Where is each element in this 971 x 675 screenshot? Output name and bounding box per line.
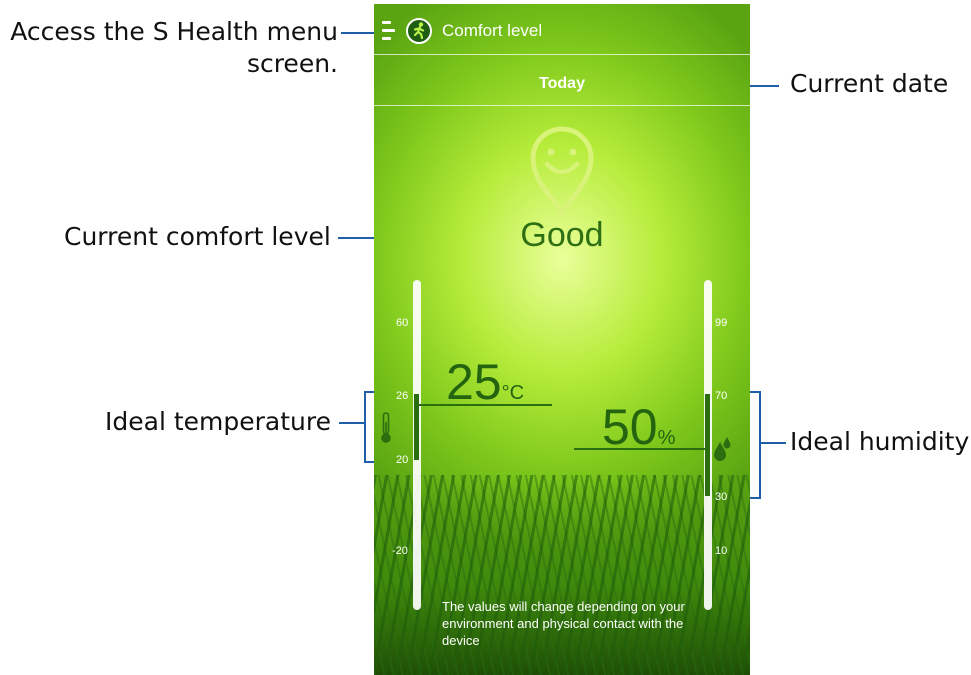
divider: [374, 105, 750, 106]
notice-text: The values will change depending on your…: [442, 599, 685, 648]
walker-icon[interactable]: [406, 18, 432, 44]
smiley-face-icon: [530, 126, 594, 216]
page-title: Comfort level: [442, 21, 543, 40]
annotation-humidity-line: [761, 442, 786, 444]
annotation-temperature: Ideal temperature: [105, 407, 331, 436]
temperature-number: 25: [446, 354, 502, 410]
date-label[interactable]: Today: [374, 75, 750, 93]
divider: [374, 54, 750, 55]
humidity-ideal-range: [705, 394, 710, 496]
annotation-humidity: Ideal humidity: [790, 427, 970, 456]
water-drop-icon: [714, 437, 731, 461]
humidity-ideal-min: 30: [715, 491, 728, 503]
temperature-scale-bottom: -20: [392, 545, 408, 557]
temperature-unit: °C: [501, 382, 525, 404]
phone-screen: Comfort level Today Good 60 26 20 -20 25…: [374, 4, 750, 675]
thermometer-icon: [381, 412, 391, 443]
annotation-temperature-line: [339, 422, 364, 424]
humidity-ideal-max: 70: [715, 390, 728, 402]
temperature-ideal-min: 20: [396, 454, 409, 466]
humidity-value: 50%: [602, 402, 675, 463]
menu-icon[interactable]: [382, 21, 396, 41]
humidity-number: 50: [602, 399, 658, 455]
humidity-scale-top: 99: [715, 317, 728, 329]
temperature-scale-top: 60: [396, 317, 409, 329]
comfort-level-label: Good: [520, 216, 604, 254]
action-bar: Comfort level: [374, 4, 750, 58]
humidity-unit: %: [657, 427, 676, 449]
temperature-ideal-max: 26: [396, 390, 409, 402]
temperature-value: 25°C: [446, 357, 524, 418]
annotation-menu: Access the S Health menu screen.: [10, 17, 338, 78]
annotation-comfort: Current comfort level: [64, 222, 331, 251]
annotation-menu-line: [341, 32, 374, 34]
annotation-date: Current date: [790, 69, 949, 98]
humidity-scale-bottom: 10: [715, 545, 728, 557]
